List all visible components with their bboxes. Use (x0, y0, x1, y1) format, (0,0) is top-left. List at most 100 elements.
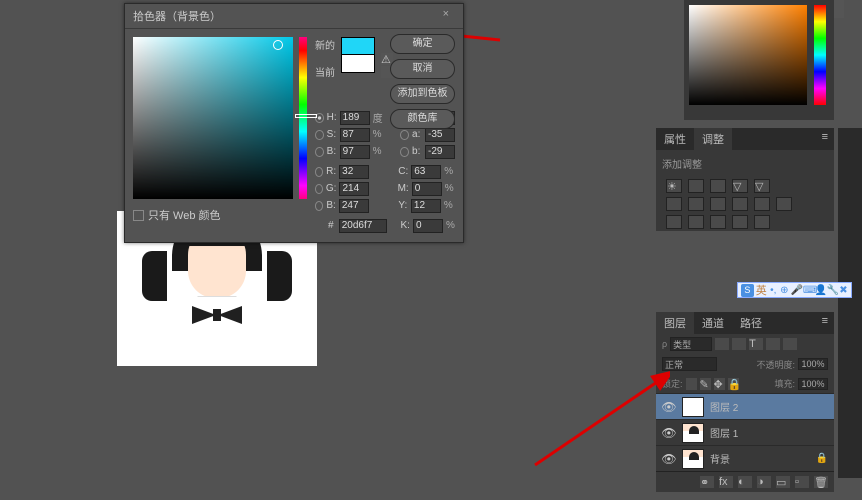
adj-icon[interactable] (710, 215, 726, 229)
lock-icon[interactable]: ✥ (714, 378, 725, 390)
adj-icon[interactable] (732, 215, 748, 229)
ime-icon[interactable]: ✖ (839, 285, 848, 295)
panel-menu-icon[interactable]: ≡ (816, 312, 834, 334)
close-icon[interactable]: × (437, 8, 455, 24)
visibility-icon[interactable]: 👁 (662, 426, 676, 440)
lock-icon[interactable]: ✎ (700, 378, 711, 390)
r-radio[interactable] (315, 167, 323, 177)
tab-paths[interactable]: 路径 (732, 312, 770, 334)
c-input[interactable] (411, 165, 441, 179)
hue-slider[interactable] (299, 37, 307, 199)
blend-mode-select[interactable]: 正常 (662, 357, 717, 371)
ime-icon[interactable]: 🔧 (827, 285, 837, 295)
layer-filter-kind[interactable]: 类型 (670, 337, 712, 351)
g-radio[interactable] (315, 184, 323, 194)
lab-b-radio[interactable] (400, 147, 409, 157)
bri-input[interactable] (340, 145, 370, 159)
filter-icon[interactable] (766, 338, 780, 350)
ime-toolbar[interactable]: S 英 •, ⊕ 🎤 ⌨ 👤 🔧 ✖ (737, 282, 852, 298)
adjustment-icon[interactable]: ◑ (757, 476, 771, 488)
visibility-icon[interactable]: 👁 (662, 452, 676, 466)
lab-b-input[interactable] (425, 145, 455, 159)
tab-layers[interactable]: 图层 (656, 312, 694, 334)
layer-name[interactable]: 图层 2 (710, 399, 738, 414)
adj-icon[interactable] (688, 197, 704, 211)
hue-slider-mini[interactable] (814, 5, 826, 105)
adj-icon[interactable] (732, 197, 748, 211)
k-input[interactable] (413, 219, 443, 233)
adj-icon[interactable] (776, 197, 792, 211)
fill-value[interactable]: 100% (798, 378, 828, 390)
ime-icon[interactable]: •, (769, 285, 778, 295)
layer-row[interactable]: 👁 图层 1 (656, 419, 834, 445)
adj-icon[interactable]: ☀ (666, 179, 682, 193)
y-input[interactable] (411, 199, 441, 213)
hex-input[interactable] (339, 219, 387, 233)
new-layer-icon[interactable]: ▫ (795, 476, 809, 488)
adjustments-label: 添加调整 (656, 150, 834, 177)
ok-button[interactable]: 确定 (390, 34, 455, 54)
filter-icon[interactable]: T (749, 338, 763, 350)
layer-thumb[interactable] (682, 423, 704, 443)
new-color-swatch (341, 37, 375, 55)
adj-icon[interactable] (688, 215, 704, 229)
lock-icon: 🔒 (816, 453, 828, 464)
color-lib-button[interactable]: 颜色库 (390, 109, 455, 129)
mask-icon[interactable]: ◐ (738, 476, 752, 488)
s-radio[interactable] (315, 130, 324, 140)
adj-icon[interactable] (754, 215, 770, 229)
lock-icon[interactable] (686, 378, 697, 390)
blue-radio[interactable] (315, 201, 323, 211)
tab-properties[interactable]: 属性 (656, 128, 694, 150)
tab-adjustments[interactable]: 调整 (694, 128, 732, 150)
panel-menu-icon[interactable]: ≡ (816, 128, 834, 150)
filter-icon[interactable] (783, 338, 797, 350)
new-color-label: 新的 (315, 37, 335, 52)
opacity-value[interactable]: 100% (798, 358, 828, 370)
lock-label: 锁定: (662, 377, 683, 390)
b-radio[interactable] (315, 147, 324, 157)
adj-icon[interactable] (666, 215, 682, 229)
adj-icon[interactable] (666, 197, 682, 211)
ime-icon[interactable]: ⊕ (780, 285, 789, 295)
adj-icon[interactable] (754, 197, 770, 211)
layer-row[interactable]: 👁 图层 2 (656, 393, 834, 419)
r-input[interactable] (339, 165, 369, 179)
layer-name[interactable]: 背景 (710, 451, 730, 466)
a-input[interactable] (425, 128, 455, 142)
link-icon[interactable]: ⚭ (700, 476, 714, 488)
group-icon[interactable]: ▭ (776, 476, 790, 488)
saturation-brightness-field[interactable] (133, 37, 293, 199)
web-colors-checkbox[interactable] (133, 210, 144, 221)
a-radio[interactable] (400, 130, 409, 140)
m-input[interactable] (412, 182, 442, 196)
current-color-swatch[interactable] (341, 55, 375, 73)
layer-row[interactable]: 👁 背景 🔒 (656, 445, 834, 471)
adj-icon[interactable] (710, 179, 726, 193)
filter-icon[interactable] (732, 338, 746, 350)
cancel-button[interactable]: 取消 (390, 59, 455, 79)
lock-icon[interactable]: 🔒 (728, 378, 739, 390)
adj-icon[interactable] (710, 197, 726, 211)
ime-icon[interactable]: 👤 (815, 285, 825, 295)
tab-channels[interactable]: 通道 (694, 312, 732, 334)
color-panel (684, 0, 834, 120)
layer-thumb[interactable] (682, 397, 704, 417)
ime-icon[interactable]: 🎤 (791, 285, 801, 295)
adj-icon[interactable] (688, 179, 704, 193)
color-field-mini[interactable] (689, 5, 807, 105)
visibility-icon[interactable]: 👁 (662, 400, 676, 414)
adj-icon[interactable]: ▽ (754, 179, 770, 193)
fx-icon[interactable]: fx (719, 476, 733, 488)
adj-icon[interactable]: ▽ (732, 179, 748, 193)
delete-icon[interactable]: 🗑 (814, 476, 828, 488)
h-input[interactable] (340, 111, 370, 125)
layer-name[interactable]: 图层 1 (710, 425, 738, 440)
blue-input[interactable] (339, 199, 369, 213)
s-input[interactable] (340, 128, 370, 142)
add-swatch-button[interactable]: 添加到色板 (390, 84, 455, 104)
filter-icon[interactable] (715, 338, 729, 350)
layer-thumb[interactable] (682, 449, 704, 469)
g-input[interactable] (339, 182, 369, 196)
ime-icon[interactable]: ⌨ (803, 285, 813, 295)
